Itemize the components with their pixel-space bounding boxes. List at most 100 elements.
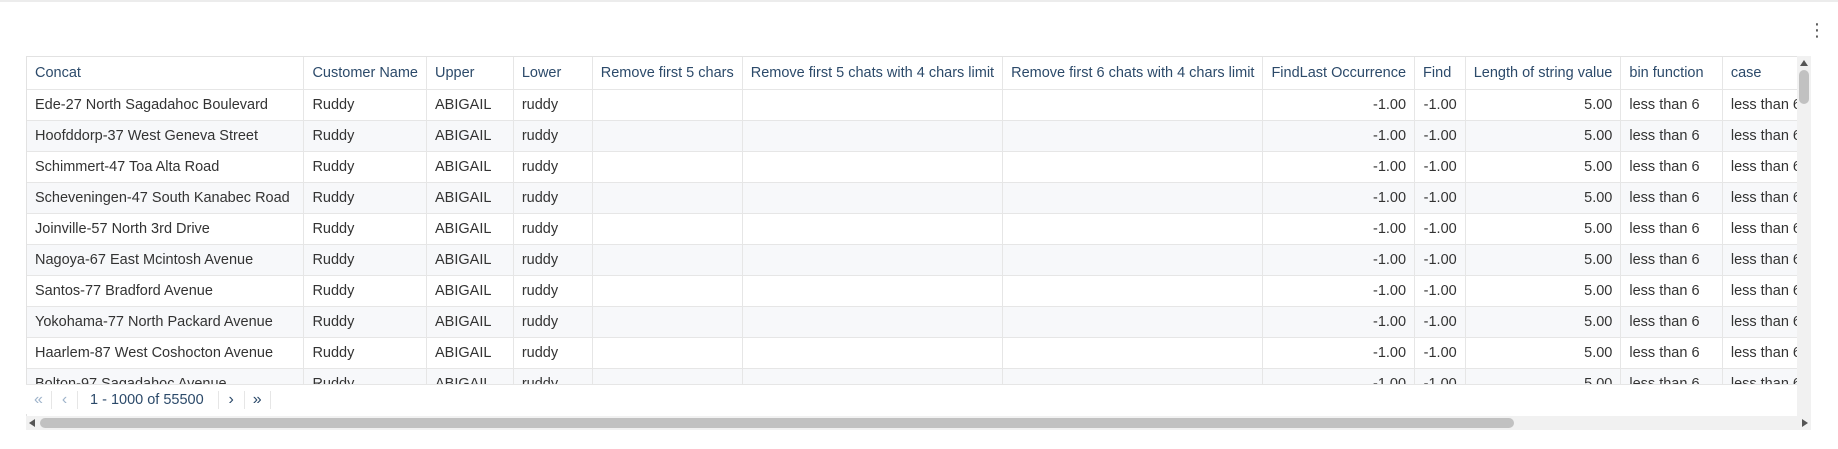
table-row[interactable]: Hoofddorp-37 West Geneva Street Ruddy ABIG… (27, 120, 1810, 152)
table-cell: -1.00 (1414, 120, 1466, 152)
table-row[interactable]: Nagoya-67 East Mcintosh Avenue Ruddy ABIGA… (27, 244, 1810, 276)
table-cell (592, 306, 743, 338)
table-cell (742, 151, 1004, 183)
first-page-button[interactable]: « (26, 390, 52, 409)
table-cell: ruddy (513, 151, 593, 183)
column-header-upper[interactable]: Upper (426, 57, 514, 90)
table-cell: -1.00 (1414, 182, 1466, 214)
table-cell: Yokohama-77 North Packard Avenue (27, 306, 305, 338)
table-cell: ruddy (513, 213, 593, 245)
table-cell: 5.00 (1465, 151, 1622, 183)
table-cell: ABIGAIL (426, 89, 514, 121)
table-cell: Schimmert-47 Toa Alta Road (27, 151, 305, 183)
table-cell: Ruddy (303, 337, 427, 369)
table-cell (1002, 244, 1264, 276)
table-cell (742, 213, 1004, 245)
table-cell (742, 275, 1004, 307)
table-cell: 5.00 (1465, 244, 1622, 276)
top-divider (0, 0, 1838, 2)
vertical-scroll-thumb[interactable] (1799, 70, 1809, 104)
table-cell: Ruddy (303, 151, 427, 183)
kebab-menu-icon[interactable]: ⋮ (1807, 20, 1827, 40)
table-cell: Ruddy (303, 244, 427, 276)
table-cell (742, 120, 1004, 152)
table-cell: ruddy (513, 182, 593, 214)
table-cell: -1.00 (1414, 337, 1466, 369)
column-header-findlast-occurrence[interactable]: FindLast Occurrence (1262, 57, 1416, 90)
table-cell: less than 6 (1620, 306, 1723, 338)
table-cell: -1.00 (1262, 306, 1416, 338)
table-row[interactable]: Haarlem-87 West Coshocton Avenue Ruddy ABI… (27, 337, 1810, 369)
table-cell: less than 6 (1620, 89, 1723, 121)
table-cell: Ruddy (303, 120, 427, 152)
table-cell: Ede-27 North Sagadahoc Boulevard (27, 89, 305, 121)
table-cell: 5.00 (1465, 120, 1622, 152)
table-cell (592, 275, 743, 307)
table-cell: -1.00 (1262, 182, 1416, 214)
table-row[interactable]: Scheveningen-47 South Kanabec Road Ruddy A… (27, 182, 1810, 214)
table-cell: Joinville-57 North 3rd Drive (27, 213, 305, 245)
scroll-right-arrow-icon[interactable] (1802, 419, 1808, 427)
column-header-find[interactable]: Find (1414, 57, 1466, 90)
table-cell: less than 6 (1620, 275, 1723, 307)
table-cell: ruddy (513, 89, 593, 121)
table-cell: 5.00 (1465, 306, 1622, 338)
table-cell (1002, 337, 1264, 369)
vertical-scrollbar[interactable] (1797, 56, 1811, 423)
table-cell: -1.00 (1414, 151, 1466, 183)
table-cell: Nagoya-67 East Mcintosh Avenue (27, 244, 305, 276)
table-cell (1002, 89, 1264, 121)
table-cell: less than 6 (1620, 337, 1723, 369)
table-cell: ruddy (513, 244, 593, 276)
scroll-left-arrow-icon[interactable] (29, 419, 35, 427)
table-cell: ABIGAIL (426, 182, 514, 214)
table-cell: -1.00 (1414, 213, 1466, 245)
column-header-concat[interactable]: Concat (27, 57, 305, 90)
column-header-lower[interactable]: Lower (513, 57, 593, 90)
table-row[interactable]: Yokohama-77 North Packard Avenue Ruddy ABI… (27, 306, 1810, 338)
table-cell: -1.00 (1414, 244, 1466, 276)
table-cell: less than 6 (1620, 120, 1723, 152)
table-cell (592, 120, 743, 152)
table-cell: Ruddy (303, 213, 427, 245)
table-cell: Haarlem-87 West Coshocton Avenue (27, 337, 305, 369)
table-cell: Ruddy (303, 89, 427, 121)
table-row[interactable]: Joinville-57 North 3rd Drive Ruddy ABIGAIL… (27, 213, 1810, 245)
data-grid: Concat Customer Name Upper Lower Remove … (26, 56, 1811, 423)
next-page-button[interactable]: › (219, 390, 245, 409)
column-header-bin-function[interactable]: bin function (1620, 57, 1723, 90)
table-cell: 5.00 (1465, 182, 1622, 214)
table-cell: 5.00 (1465, 89, 1622, 121)
table-cell: less than 6 (1620, 151, 1723, 183)
table-cell: -1.00 (1262, 89, 1416, 121)
table-cell (592, 244, 743, 276)
table-cell (592, 337, 743, 369)
table-cell (1002, 151, 1264, 183)
column-header-remove-first-5-chats-limit[interactable]: Remove first 5 chats with 4 chars limit (742, 57, 1004, 90)
table-cell (1002, 275, 1264, 307)
table-cell (742, 306, 1004, 338)
column-header-remove-first-5-chars[interactable]: Remove first 5 chars (592, 57, 743, 90)
last-page-button[interactable]: » (245, 390, 271, 409)
table-cell: Ruddy (303, 182, 427, 214)
table-cell (1002, 182, 1264, 214)
header-row: Concat Customer Name Upper Lower Remove … (27, 57, 1810, 90)
table-cell: 5.00 (1465, 337, 1622, 369)
table-row[interactable]: Santos-77 Bradford Avenue Ruddy ABIGAIL rud… (27, 275, 1810, 307)
table-row[interactable]: Ede-27 North Sagadahoc Boulevard Ruddy ABI… (27, 89, 1810, 121)
table-cell: ABIGAIL (426, 244, 514, 276)
table-cell: ruddy (513, 275, 593, 307)
horizontal-scrollbar[interactable] (26, 416, 1811, 430)
table-cell: ABIGAIL (426, 275, 514, 307)
previous-page-button[interactable]: ‹ (52, 390, 78, 409)
table-cell (742, 337, 1004, 369)
table-cell: ABIGAIL (426, 151, 514, 183)
column-header-customer-name[interactable]: Customer Name (303, 57, 427, 90)
table-cell (592, 151, 743, 183)
scroll-up-arrow-icon[interactable] (1800, 60, 1808, 66)
table-cell: ABIGAIL (426, 306, 514, 338)
column-header-remove-first-6-chats-limit[interactable]: Remove first 6 chats with 4 chars limit (1002, 57, 1264, 90)
horizontal-scroll-thumb[interactable] (40, 418, 1514, 428)
column-header-length-of-string-value[interactable]: Length of string value (1465, 57, 1622, 90)
table-row[interactable]: Schimmert-47 Toa Alta Road Ruddy ABIGAIL ru… (27, 151, 1810, 183)
